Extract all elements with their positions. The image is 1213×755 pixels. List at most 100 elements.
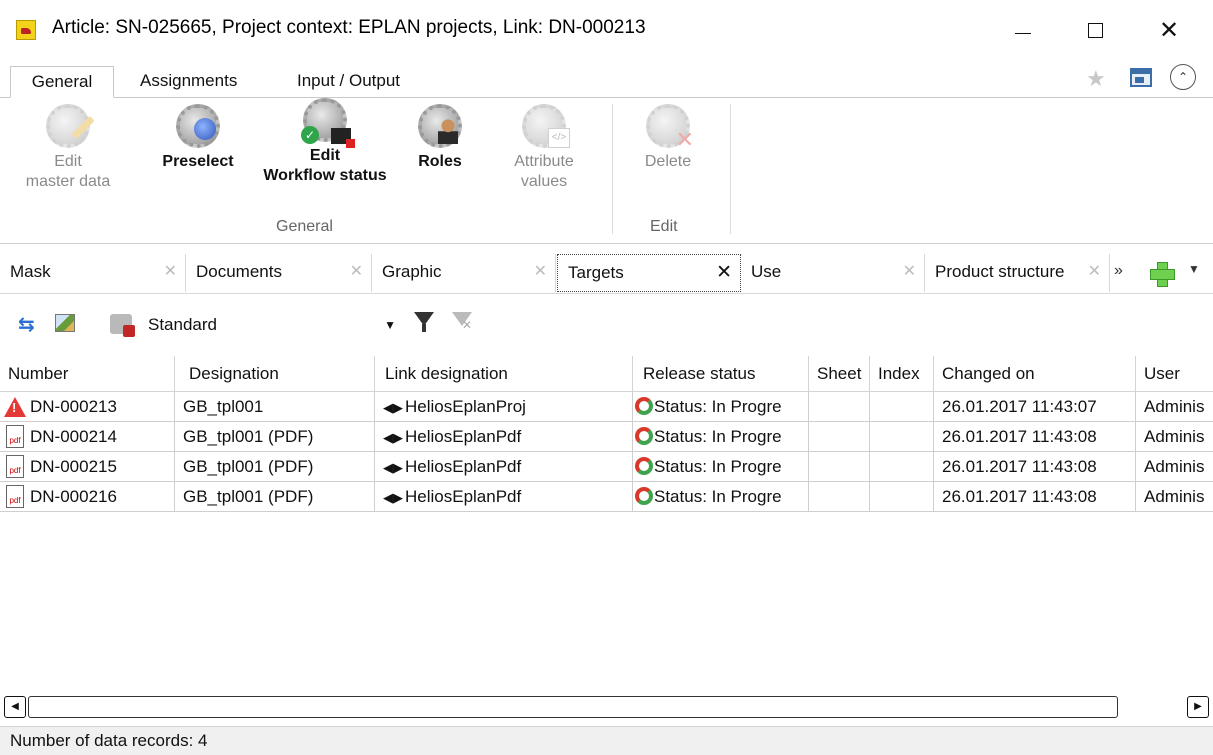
maximize-button[interactable] (1072, 10, 1118, 50)
gear-workflow-icon: ✓ (301, 98, 355, 148)
minimize-button[interactable] (1000, 10, 1046, 50)
ribbon-tab-bar: General Assignments Input / Output (0, 60, 1213, 98)
column-header-sheet[interactable]: Sheet (809, 356, 870, 392)
column-header-changed-on[interactable]: Changed on (934, 356, 1136, 392)
table-row[interactable]: pdf DN-000214 GB_tpl001 (PDF) ◀▶ HeliosEpl… (0, 422, 1213, 452)
cell-link-designation: ◀▶ HeliosEplanPdf (375, 482, 633, 512)
close-tab-icon[interactable]: ✕ (164, 254, 177, 290)
minimize-icon (1015, 32, 1031, 34)
table-row[interactable]: DN-000213 GB_tpl001 ◀▶HeliosEplanProj St… (0, 392, 1213, 422)
preselect-button[interactable]: Preselect (150, 104, 246, 172)
gear-delete-icon: ✕ (646, 104, 694, 151)
tab-assignments[interactable]: Assignments (128, 66, 249, 98)
ribbon-panel: Edit master data Preselect ✓ Edit Workfl… (0, 98, 1213, 244)
cell-number: pdf DN-000215 (0, 452, 175, 482)
cell-release-status: Status: In Progre (633, 392, 809, 422)
edit-master-data-label-1: Edit (54, 153, 82, 170)
cell-designation: GB_tpl001 (PDF) (175, 422, 375, 452)
column-header-user[interactable]: User (1136, 356, 1213, 392)
tab-use[interactable]: Use ✕ (741, 254, 925, 292)
ribbon-separator (730, 104, 731, 234)
collapse-ribbon-button[interactable]: ⌃ (1170, 64, 1196, 90)
grid-toolbar: ⇆ Standard ▼ (0, 302, 1213, 346)
roles-button[interactable]: Roles (400, 104, 480, 172)
link-value: HeliosEplanPdf (405, 457, 522, 476)
chevron-down-icon: ▼ (384, 318, 396, 332)
table-row[interactable]: pdf DN-000215 GB_tpl001 (PDF) ◀▶ HeliosEpl… (0, 452, 1213, 482)
close-tab-icon[interactable]: ✕ (1088, 254, 1101, 290)
tab-product-structure[interactable]: Product structure ✕ (925, 254, 1110, 292)
tab-documents-label: Documents (196, 262, 282, 281)
status-value: Status: In Progre (654, 427, 782, 446)
document-tab-bar: Mask ✕ Documents ✕ Graphic ✕ Targets ✕ Use ✕ … (0, 252, 1213, 294)
print-icon[interactable] (110, 314, 135, 337)
tab-documents[interactable]: Documents ✕ (186, 254, 372, 292)
link-value: HeliosEplanPdf (405, 487, 522, 506)
link-arrows-icon: ◀▶ (383, 430, 403, 445)
cell-link-designation: ◀▶ HeliosEplanPdf (375, 422, 633, 452)
cell-release-status: Status: In Progre (633, 422, 809, 452)
tab-targets[interactable]: Targets ✕ (557, 254, 741, 292)
window-layout-icon[interactable] (1130, 68, 1152, 87)
cell-index (870, 422, 934, 452)
horizontal-scrollbar[interactable]: ◀ ▶ (4, 696, 1209, 720)
scroll-left-arrow-icon[interactable]: ◀ (4, 696, 26, 718)
ribbon-group-edit-label: Edit (650, 218, 678, 235)
table-row[interactable]: pdf DN-000216 GB_tpl001 (PDF) ◀▶ HeliosEpl… (0, 482, 1213, 512)
tab-graphic-label: Graphic (382, 262, 442, 281)
column-header-link-designation[interactable]: Link designation (375, 356, 633, 392)
warning-icon (4, 397, 26, 417)
view-select[interactable]: Standard ▼ (146, 310, 400, 340)
edit-workflow-label-1: Edit (309, 147, 341, 164)
tab-input-output[interactable]: Input / Output (285, 66, 412, 98)
close-tab-icon[interactable]: ✕ (534, 254, 547, 290)
column-header-designation[interactable]: Designation (175, 356, 375, 392)
gear-code-icon: </> (522, 104, 570, 148)
window-title: Article: SN-025665, Project context: EPL… (52, 17, 646, 38)
close-tab-icon[interactable]: ✕ (350, 254, 363, 290)
cell-user: Adminis (1136, 422, 1213, 452)
title-bar: Article: SN-025665, Project context: EPL… (0, 0, 1213, 60)
cell-number: DN-000213 (0, 392, 175, 422)
filter-icon[interactable] (414, 312, 434, 332)
gear-user-icon (418, 104, 462, 148)
cell-user: Adminis (1136, 482, 1213, 512)
link-value: HeliosEplanProj (405, 397, 526, 416)
refresh-icon[interactable]: ⇆ (18, 312, 35, 337)
maximize-icon (1087, 22, 1103, 38)
favorite-star-icon[interactable]: ★ (1086, 66, 1106, 92)
delete-button[interactable]: ✕ Delete (620, 104, 716, 172)
close-tab-icon[interactable]: ✕ (903, 254, 916, 290)
add-tab-icon[interactable] (1148, 260, 1175, 287)
more-tabs-button[interactable]: » (1114, 262, 1123, 280)
edit-master-data-button[interactable]: Edit master data (18, 104, 118, 192)
chevron-up-icon: ⌃ (1177, 70, 1189, 84)
tab-mask[interactable]: Mask ✕ (0, 254, 186, 292)
tab-dropdown-icon[interactable]: ▼ (1188, 262, 1200, 276)
cell-sheet (809, 482, 870, 512)
close-tab-icon[interactable]: ✕ (716, 255, 732, 291)
close-button[interactable]: ✕ (1146, 10, 1192, 50)
status-bar: Number of data records: 4 (0, 726, 1213, 755)
delete-label: Delete (644, 153, 692, 170)
tab-graphic[interactable]: Graphic ✕ (372, 254, 556, 292)
number-value: DN-000214 (30, 427, 117, 446)
scrollbar-thumb[interactable] (28, 696, 1118, 718)
column-header-release-status[interactable]: Release status (633, 356, 809, 392)
status-value: Status: In Progre (654, 487, 782, 506)
column-header-number[interactable]: Number (0, 356, 175, 392)
edit-workflow-label-2: Workflow status (263, 167, 387, 184)
tab-general[interactable]: General (10, 66, 114, 98)
edit-workflow-status-button[interactable]: ✓ Edit Workflow status (250, 98, 400, 186)
image-icon[interactable] (55, 314, 75, 332)
cell-release-status: Status: In Progre (633, 482, 809, 512)
cell-sheet (809, 422, 870, 452)
scroll-right-arrow-icon[interactable]: ▶ (1187, 696, 1209, 718)
cell-sheet (809, 452, 870, 482)
column-header-index[interactable]: Index (870, 356, 934, 392)
record-count-text: Number of data records: 4 (10, 731, 208, 750)
clear-filter-icon[interactable] (452, 312, 472, 332)
attribute-values-button[interactable]: </> Attribute values (494, 104, 594, 192)
gear-preselect-icon (176, 104, 220, 148)
cell-sheet (809, 392, 870, 422)
